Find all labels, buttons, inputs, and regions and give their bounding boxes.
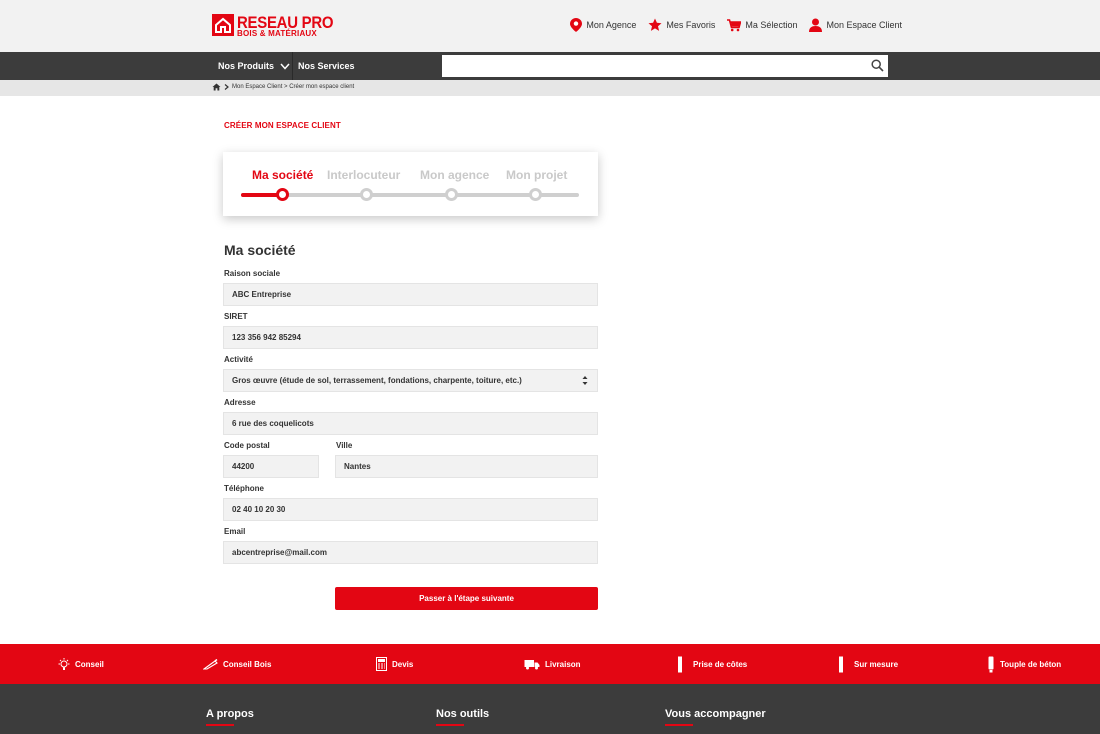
cart-icon	[727, 18, 742, 31]
step-dot-3[interactable]	[445, 188, 458, 201]
main-nav: Nos Produits Nos Services	[0, 52, 1100, 80]
search-box	[442, 55, 888, 77]
service-label: Touple de béton	[1000, 659, 1062, 669]
footer-col-nos-outils[interactable]: Nos outils	[436, 708, 489, 726]
siret-label: SIRET	[224, 312, 248, 321]
step-interlocuteur[interactable]: Interlocuteur	[327, 168, 400, 182]
service-prise-de-cotes[interactable]: Prise de côtes	[677, 644, 747, 684]
select-arrows-icon	[582, 376, 588, 385]
search-input[interactable]	[442, 55, 862, 77]
service-devis[interactable]: Devis	[376, 644, 413, 684]
nav-nos-services[interactable]: Nos Services	[298, 52, 355, 80]
service-conseil[interactable]: Conseil	[58, 644, 104, 684]
header-link-ma-selection[interactable]: Ma Sélection	[727, 18, 797, 32]
header-links: Mon Agence Mes Favoris Ma Sélection Mon …	[558, 18, 902, 32]
location-pin-icon	[570, 18, 583, 32]
nav-services-label: Nos Services	[298, 61, 355, 71]
service-label: Livraison	[545, 659, 581, 669]
service-conseil-bois[interactable]: Conseil Bois	[203, 644, 271, 684]
step-dot-4[interactable]	[529, 188, 542, 201]
logo[interactable]: RESEAU PRO BOIS & MATÉRIAUX	[212, 14, 346, 38]
ville-label: Ville	[336, 441, 353, 450]
step-ma-societe[interactable]: Ma société	[252, 168, 313, 182]
breadcrumb-path[interactable]: Mon Espace Client > Créer mon espace cli…	[232, 84, 354, 90]
siret-field[interactable]: 123 356 942 85294	[223, 326, 598, 349]
service-touple-de-beton[interactable]: Touple de béton	[987, 644, 1061, 684]
footer-underline	[206, 724, 234, 726]
raison-sociale-field[interactable]: ABC Entreprise	[223, 283, 598, 306]
adresse-label: Adresse	[224, 398, 256, 407]
nav-divider	[292, 52, 293, 80]
telephone-label: Téléphone	[224, 484, 265, 493]
service-label: Sur mesure	[854, 659, 899, 669]
header-link-mes-favoris[interactable]: Mes Favoris	[648, 18, 715, 32]
header-link-label: Mon Agence	[586, 20, 637, 30]
footer-underline	[436, 724, 464, 726]
footer-col-title: Vous accompagner	[665, 708, 766, 720]
footer-col-vous-accompagner[interactable]: Vous accompagner	[665, 708, 766, 726]
telephone-field[interactable]: 02 40 10 20 30	[223, 498, 598, 521]
header-link-label: Ma Sélection	[745, 20, 798, 30]
header-link-label: Mes Favoris	[666, 20, 716, 30]
mixer-icon	[988, 656, 994, 672]
breadcrumb: Mon Espace Client > Créer mon espace cli…	[0, 80, 1100, 96]
home-icon[interactable]	[212, 83, 221, 91]
activite-selected-value: Gros œuvre (étude de sol, terrassement, …	[232, 376, 522, 385]
adresse-field[interactable]: 6 rue des coquelicots	[223, 412, 598, 435]
activite-label: Activité	[224, 355, 253, 364]
star-icon	[648, 18, 662, 31]
footer-underline	[665, 724, 693, 726]
service-label: Devis	[392, 659, 414, 669]
activite-select[interactable]: Gros œuvre (étude de sol, terrassement, …	[223, 369, 598, 392]
calculator-icon	[376, 657, 387, 671]
section-title: Ma société	[224, 242, 296, 258]
code-postal-label: Code postal	[224, 441, 270, 450]
step-dot-2[interactable]	[360, 188, 373, 201]
step-mon-projet[interactable]: Mon projet	[506, 168, 567, 182]
header-link-label: Mon Espace Client	[826, 20, 902, 30]
header-link-mon-agence[interactable]: Mon Agence	[570, 18, 636, 32]
lightbulb-icon	[58, 657, 70, 670]
ruler-icon	[678, 656, 682, 672]
services-band: Conseil Conseil Bois Devis Livraison Pri…	[0, 644, 1100, 684]
footer-col-title: A propos	[206, 708, 254, 720]
nav-nos-produits[interactable]: Nos Produits	[218, 52, 290, 80]
ville-field[interactable]: Nantes	[335, 455, 598, 478]
service-livraison[interactable]: Livraison	[524, 644, 581, 684]
saw-icon	[203, 658, 218, 670]
ruler-icon	[839, 656, 843, 672]
email-field[interactable]: abcentreprise@mail.com	[223, 541, 598, 564]
chevron-down-icon	[280, 63, 290, 70]
step-mon-agence[interactable]: Mon agence	[420, 168, 489, 182]
search-icon[interactable]	[871, 59, 884, 72]
header-link-mon-espace-client[interactable]: Mon Espace Client	[809, 18, 902, 32]
email-label: Email	[224, 527, 246, 536]
code-postal-field[interactable]: 44200	[223, 455, 319, 478]
step-dot-1[interactable]	[276, 188, 289, 201]
service-label: Conseil	[75, 659, 104, 669]
service-label: Conseil Bois	[223, 659, 272, 669]
footer-col-title: Nos outils	[436, 708, 490, 720]
registration-stepper: Ma société Interlocuteur Mon agence Mon …	[223, 152, 598, 216]
footer: A propos Nos outils Vous accompagner	[0, 684, 1100, 734]
service-sur-mesure[interactable]: Sur mesure	[838, 644, 898, 684]
chevron-right-icon	[224, 84, 229, 90]
logo-house-icon	[212, 14, 234, 36]
logo-main-text: RESEAU PRO	[237, 13, 334, 32]
service-label: Prise de côtes	[693, 659, 748, 669]
raison-sociale-label: Raison sociale	[224, 269, 281, 278]
footer-col-a-propos[interactable]: A propos	[206, 708, 254, 726]
truck-icon	[524, 659, 540, 669]
next-step-button[interactable]: Passer à l'étape suivante	[335, 587, 598, 610]
nav-produits-label: Nos Produits	[218, 61, 275, 71]
top-header: RESEAU PRO BOIS & MATÉRIAUX Mon Agence M…	[0, 0, 1100, 52]
page-title: CRÉER MON ESPACE CLIENT	[224, 121, 341, 130]
user-icon	[809, 18, 823, 32]
